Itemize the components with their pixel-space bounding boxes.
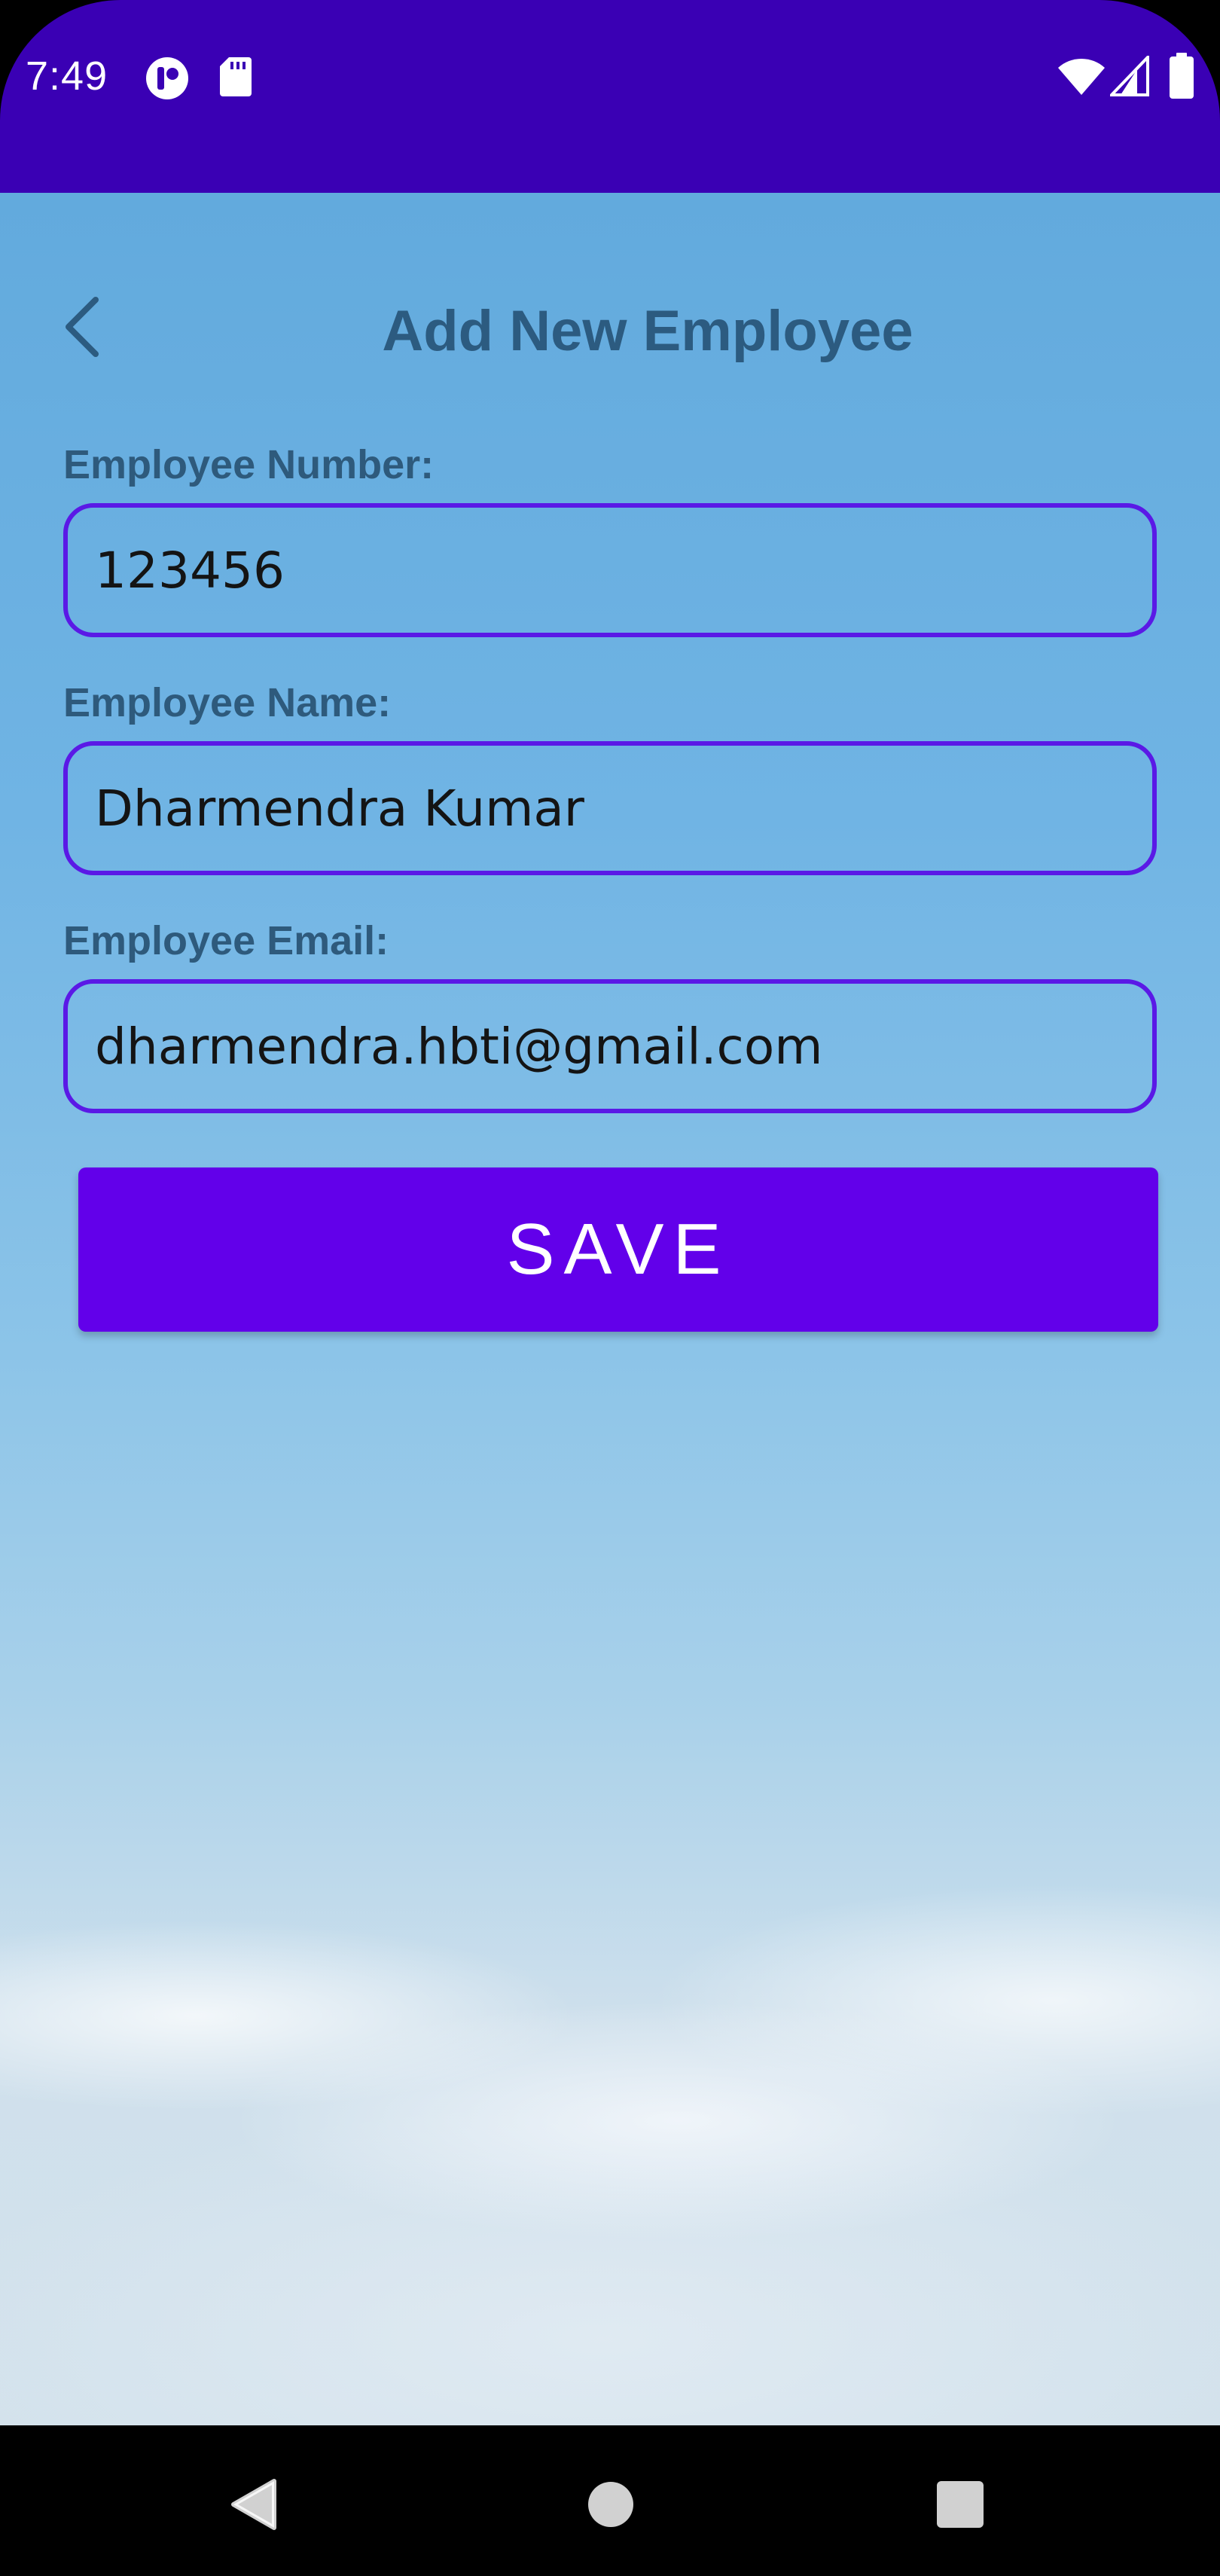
save-button[interactable]: SAVE	[78, 1167, 1158, 1332]
sd-card-icon	[218, 56, 253, 98]
employee-number-label: Employee Number:	[63, 442, 435, 487]
employee-number-value: 123456	[95, 541, 285, 600]
nav-recents-button[interactable]	[926, 2471, 994, 2538]
employee-name-field[interactable]: Dharmendra Kumar	[63, 741, 1157, 875]
employee-email-field[interactable]: dharmendra.hbti@gmail.com	[63, 979, 1157, 1113]
nav-home-button[interactable]	[577, 2471, 645, 2538]
page-title: Add New Employee	[382, 299, 913, 363]
battery-icon	[1169, 53, 1194, 99]
employee-name-label: Employee Name:	[63, 680, 392, 725]
nav-back-button[interactable]	[220, 2471, 288, 2538]
navigation-bar	[0, 2425, 1220, 2576]
employee-email-label: Employee Email:	[63, 918, 389, 963]
notification-app-icon	[145, 56, 190, 101]
device-frame: 7:49 Add New Employee Employee Number: 1…	[0, 0, 1220, 2576]
employee-email-value: dharmendra.hbti@gmail.com	[95, 1017, 823, 1076]
back-triangle-icon	[231, 2479, 276, 2530]
add-employee-screen: Add New Employee Employee Number: 123456…	[0, 193, 1220, 2425]
employee-number-field[interactable]: 123456	[63, 503, 1157, 637]
recents-square-icon	[937, 2481, 984, 2528]
wifi-icon	[1057, 57, 1106, 96]
status-bar: 7:49	[0, 0, 1220, 193]
employee-name-value: Dharmendra Kumar	[95, 779, 584, 838]
home-circle-icon	[588, 2482, 633, 2527]
cellular-signal-icon	[1108, 53, 1149, 96]
status-time: 7:49	[26, 53, 108, 99]
